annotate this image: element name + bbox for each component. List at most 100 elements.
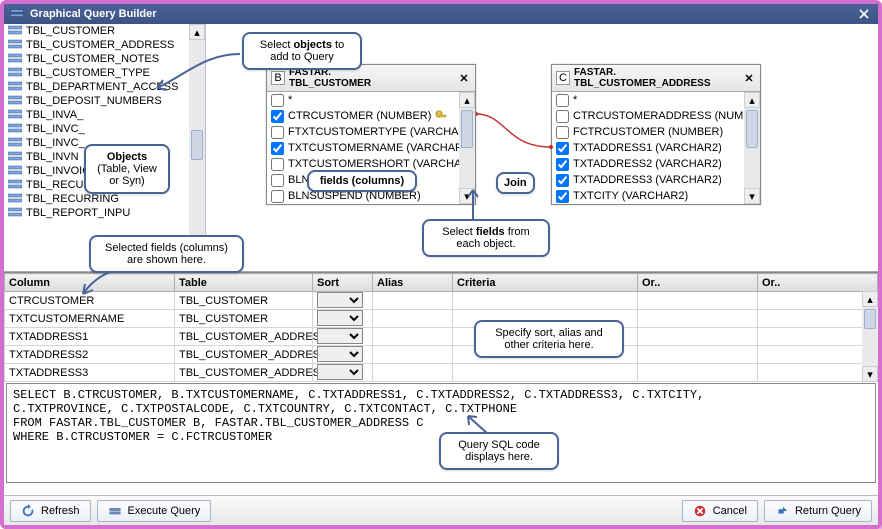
column-checkbox[interactable] <box>556 142 569 155</box>
column-checkbox[interactable] <box>556 190 569 203</box>
column-checkbox[interactable] <box>556 126 569 139</box>
grid-row[interactable]: CTRCUSTOMERTBL_CUSTOMER <box>5 292 878 310</box>
cell-table[interactable]: TBL_CUSTOMER_ADDRESS <box>175 346 313 364</box>
sort-select[interactable] <box>317 328 363 344</box>
column-star[interactable]: * <box>267 92 459 108</box>
column-checkbox[interactable] <box>556 110 569 123</box>
cell-alias[interactable] <box>373 328 453 346</box>
cell-criteria[interactable] <box>453 292 638 310</box>
table-close-c[interactable]: ✕ <box>742 71 756 85</box>
grid-header[interactable]: Sort <box>313 274 373 292</box>
cell-table[interactable]: TBL_CUSTOMER <box>175 310 313 328</box>
cell-column[interactable]: TXTADDRESS2 <box>5 346 175 364</box>
cell-criteria[interactable] <box>453 364 638 382</box>
cell-table[interactable]: TBL_CUSTOMER <box>175 292 313 310</box>
cell-sort[interactable] <box>313 328 373 346</box>
scroll-thumb[interactable] <box>864 309 876 329</box>
cell-or2[interactable] <box>758 310 878 328</box>
cell-alias[interactable] <box>373 310 453 328</box>
grid-header[interactable]: Alias <box>373 274 453 292</box>
object-item[interactable]: TBL_REPORT_INPU <box>4 206 189 220</box>
column-item[interactable]: FTXTCUSTOMERTYPE (VARCHAR2) <box>267 124 459 140</box>
grid-row[interactable]: TXTCUSTOMERNAMETBL_CUSTOMER <box>5 310 878 328</box>
cell-column[interactable]: CTRCUSTOMER <box>5 292 175 310</box>
grid-scrollbar[interactable]: ▴ ▾ <box>862 291 878 382</box>
cell-or2[interactable] <box>758 328 878 346</box>
column-checkbox[interactable] <box>271 174 284 187</box>
table-b-scrollbar[interactable]: ▴ ▾ <box>459 92 475 204</box>
cell-sort[interactable] <box>313 346 373 364</box>
cell-sort[interactable] <box>313 364 373 382</box>
cell-column[interactable]: TXTCUSTOMERNAME <box>5 310 175 328</box>
grid-row[interactable]: TXTADDRESS3TBL_CUSTOMER_ADDRESS <box>5 364 878 382</box>
cell-or2[interactable] <box>758 364 878 382</box>
object-item[interactable]: TBL_CUSTOMER_NOTES <box>4 52 189 66</box>
column-item[interactable]: TXTCUSTOMERNAME (VARCHAR2) <box>267 140 459 156</box>
cell-column[interactable]: TXTADDRESS1 <box>5 328 175 346</box>
table-header-c[interactable]: C FASTAR.TBL_CUSTOMER_ADDRESS ✕ <box>552 65 760 92</box>
object-item[interactable]: TBL_CUSTOMER_ADDRESS <box>4 38 189 52</box>
object-item[interactable]: TBL_DEPARTMENT_ACCESS <box>4 80 189 94</box>
object-item[interactable]: TBL_RECURRING <box>4 192 189 206</box>
scroll-thumb[interactable] <box>191 130 203 160</box>
column-item[interactable]: FCTRCUSTOMER (NUMBER) <box>552 124 744 140</box>
column-checkbox[interactable] <box>556 158 569 171</box>
scroll-down-icon[interactable]: ▾ <box>862 366 878 382</box>
cell-column[interactable]: TXTADDRESS3 <box>5 364 175 382</box>
cell-or1[interactable] <box>638 292 758 310</box>
column-checkbox[interactable] <box>271 126 284 139</box>
column-item[interactable]: TXTCITY (VARCHAR2) <box>552 188 744 204</box>
scroll-up-icon[interactable]: ▴ <box>744 92 760 108</box>
column-checkbox[interactable] <box>556 94 569 107</box>
column-star[interactable]: * <box>552 92 744 108</box>
grid-header[interactable]: Criteria <box>453 274 638 292</box>
sort-select[interactable] <box>317 292 363 308</box>
column-checkbox[interactable] <box>271 158 284 171</box>
column-item[interactable]: TXTADDRESS1 (VARCHAR2) <box>552 140 744 156</box>
cell-or1[interactable] <box>638 310 758 328</box>
cell-or2[interactable] <box>758 292 878 310</box>
cell-table[interactable]: TBL_CUSTOMER_ADDRESS <box>175 328 313 346</box>
cell-sort[interactable] <box>313 292 373 310</box>
scroll-down-icon[interactable]: ▾ <box>459 188 475 204</box>
column-checkbox[interactable] <box>271 190 284 203</box>
column-checkbox[interactable] <box>271 142 284 155</box>
column-checkbox[interactable] <box>556 174 569 187</box>
column-item[interactable]: CTRCUSTOMERADDRESS (NUMBER) <box>552 108 744 124</box>
grid-header[interactable]: Column <box>5 274 175 292</box>
grid-header[interactable]: Or.. <box>758 274 878 292</box>
object-item[interactable]: TBL_INVC_ <box>4 122 189 136</box>
sort-select[interactable] <box>317 346 363 362</box>
window-close-button[interactable] <box>856 6 872 22</box>
column-item[interactable]: TXTADDRESS3 (VARCHAR2) <box>552 172 744 188</box>
grid-header[interactable]: Table <box>175 274 313 292</box>
scroll-up-icon[interactable]: ▴ <box>189 24 205 40</box>
cell-sort[interactable] <box>313 310 373 328</box>
table-window-c[interactable]: C FASTAR.TBL_CUSTOMER_ADDRESS ✕ *CTRCUST… <box>551 64 761 205</box>
return-query-button[interactable]: Return Query <box>764 500 872 522</box>
grid-row[interactable]: TXTADDRESS1TBL_CUSTOMER_ADDRESS <box>5 328 878 346</box>
column-item[interactable]: CTRCUSTOMER (NUMBER) <box>267 108 459 124</box>
refresh-button[interactable]: Refresh <box>10 500 91 522</box>
object-item[interactable]: TBL_INVA_ <box>4 108 189 122</box>
grid-header[interactable]: Or.. <box>638 274 758 292</box>
cell-table[interactable]: TBL_CUSTOMER_ADDRESS <box>175 364 313 382</box>
column-checkbox[interactable] <box>271 94 284 107</box>
execute-query-button[interactable]: Execute Query <box>97 500 212 522</box>
object-item[interactable]: TBL_CUSTOMER <box>4 24 189 38</box>
cell-or1[interactable] <box>638 346 758 364</box>
object-item[interactable]: TBL_DEPOSIT_NUMBERS <box>4 94 189 108</box>
cell-alias[interactable] <box>373 346 453 364</box>
cancel-button[interactable]: Cancel <box>682 500 758 522</box>
cell-alias[interactable] <box>373 292 453 310</box>
column-checkbox[interactable] <box>271 110 284 123</box>
cell-alias[interactable] <box>373 364 453 382</box>
table-c-scrollbar[interactable]: ▴ ▾ <box>744 92 760 204</box>
scroll-up-icon[interactable]: ▴ <box>459 92 475 108</box>
table-close-b[interactable]: ✕ <box>457 71 471 85</box>
sort-select[interactable] <box>317 364 363 380</box>
sort-select[interactable] <box>317 310 363 326</box>
cell-or2[interactable] <box>758 346 878 364</box>
scroll-thumb[interactable] <box>461 110 473 148</box>
column-item[interactable]: TXTADDRESS2 (VARCHAR2) <box>552 156 744 172</box>
